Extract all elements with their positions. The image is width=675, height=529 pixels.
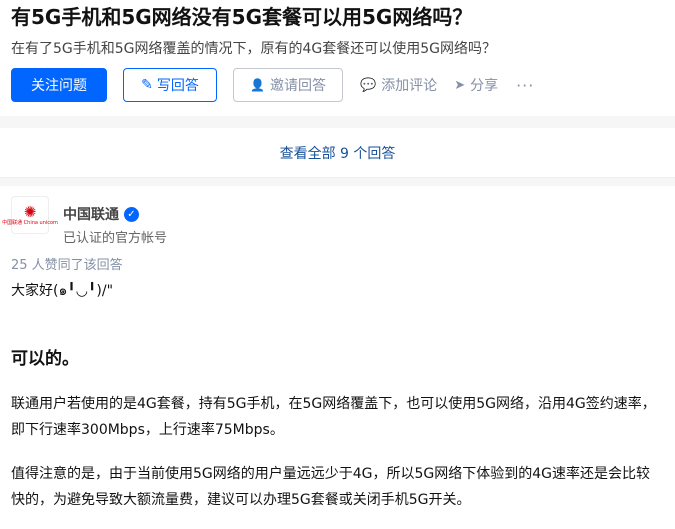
author-name[interactable]: 中国联通 [63, 204, 119, 224]
author-info: ✺ 中国联通 China unicom 中国联通 ✓ 已认证的官方帐号 [2, 196, 661, 246]
section-divider [0, 116, 675, 128]
question-actions: 关注问题 ✎ 写回答 👤 邀请回答 💬 添加评论 ➤ 分享 ··· [11, 68, 534, 102]
invite-answer-label: 邀请回答 [269, 78, 326, 94]
section-divider [0, 178, 675, 186]
paper-plane-icon: ➤ [454, 77, 466, 93]
answer-greeting: 大家好(๑╹◡╹)/" [11, 283, 114, 299]
add-user-icon: 👤 [250, 78, 265, 92]
add-comment-label: 添加评论 [381, 78, 438, 94]
share-label: 分享 [470, 78, 499, 94]
unicom-logo-icon: ✺ [23, 202, 37, 221]
unicom-logo-text: 中国联通 China unicom [2, 219, 58, 226]
pencil-icon: ✎ [141, 77, 153, 93]
upvote-count: 25 人赞同了该回答 [11, 258, 123, 273]
share-button[interactable]: ➤ 分享 [454, 75, 498, 95]
verified-badge-icon: ✓ [124, 206, 139, 222]
view-all-answers-bar: 查看全部 9 个回答 [0, 128, 675, 178]
write-answer-label: 写回答 [156, 78, 199, 94]
follow-question-button[interactable]: 关注问题 [11, 68, 107, 102]
author-name-row: 中国联通 ✓ [63, 204, 167, 224]
answer-heading: 可以的。 [11, 349, 79, 369]
answer-card: ✺ 中国联通 China unicom 中国联通 ✓ 已认证的官方帐号 25 人… [2, 196, 661, 508]
add-comment-button[interactable]: 💬 添加评论 [360, 75, 437, 95]
invite-answer-button[interactable]: 👤 邀请回答 [233, 68, 343, 102]
comment-icon: 💬 [360, 77, 377, 93]
author-details: 中国联通 ✓ 已认证的官方帐号 [63, 204, 167, 246]
view-all-answers-link[interactable]: 查看全部 9 个回答 [280, 143, 396, 163]
answer-paragraph: 值得注意的是，由于当前使用5G网络的用户量远远少于4G，所以5G网络下体验到的4… [11, 466, 651, 508]
question-detail: 在有了5G手机和5G网络覆盖的情况下，原有的4G套餐还可以使用5G网络吗？ [11, 41, 497, 57]
avatar[interactable]: ✺ 中国联通 China unicom [2, 196, 58, 234]
more-options-icon[interactable]: ··· [516, 76, 534, 95]
answer-paragraph: 联通用户若使用的是4G套餐，持有5G手机，在5G网络覆盖下，也可以使用5G网络，… [11, 396, 656, 438]
question-header: 有5G手机和5G网络没有5G套餐可以用5G网络吗？ 在有了5G手机和5G网络覆盖… [11, 0, 675, 57]
author-description: 已认证的官方帐号 [63, 231, 168, 246]
write-answer-button[interactable]: ✎ 写回答 [123, 68, 217, 102]
question-title[interactable]: 有5G手机和5G网络没有5G套餐可以用5G网络吗？ [11, 0, 675, 34]
